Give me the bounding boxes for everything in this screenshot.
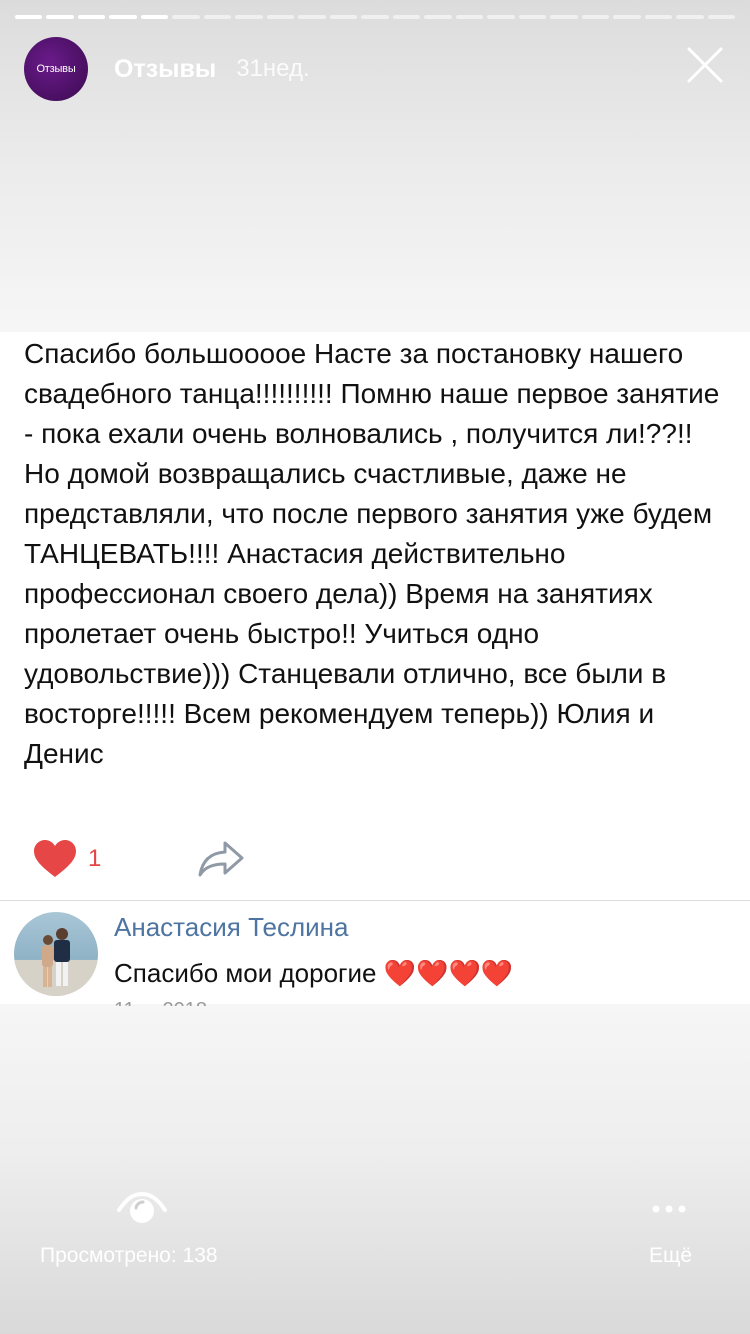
progress-segment xyxy=(140,15,169,19)
progress-segment xyxy=(235,15,263,19)
post-text: Спасибо большооооe Насте за постановку н… xyxy=(24,338,720,769)
progress-segment xyxy=(424,15,452,19)
progress-segment xyxy=(550,15,578,19)
progress-segment xyxy=(46,15,74,19)
progress-segment xyxy=(77,15,106,19)
progress-segment xyxy=(613,15,641,19)
progress-segment xyxy=(644,15,673,19)
progress-segment xyxy=(518,15,547,19)
progress-segment xyxy=(172,15,200,19)
divider xyxy=(0,900,750,901)
more-icon[interactable] xyxy=(652,1204,686,1214)
post-actions: 1 xyxy=(32,834,245,884)
comment-author[interactable]: Анастасия Теслина xyxy=(114,912,348,943)
more-button[interactable]: Ещё xyxy=(649,1244,692,1268)
story-progress-bar xyxy=(15,15,736,19)
story-header: Отзывы Отзывы 31нед. xyxy=(24,34,726,104)
progress-segment xyxy=(329,15,358,19)
story-title[interactable]: Отзывы xyxy=(114,55,216,84)
like-count: 1 xyxy=(88,845,102,872)
story-avatar-label: Отзывы xyxy=(36,63,76,75)
eye-icon[interactable] xyxy=(116,1186,168,1226)
progress-segment xyxy=(203,15,232,19)
progress-segment xyxy=(361,15,389,19)
share-icon[interactable] xyxy=(197,839,245,879)
progress-segment xyxy=(15,15,43,19)
progress-segment xyxy=(455,15,484,19)
story-time: 31нед. xyxy=(236,55,310,82)
heart-icon[interactable] xyxy=(32,839,78,879)
progress-segment xyxy=(707,15,736,19)
story-footer: Просмотрено: 138 Ещё xyxy=(0,1174,750,1334)
progress-segment xyxy=(581,15,610,19)
progress-segment xyxy=(676,15,704,19)
progress-segment xyxy=(487,15,515,19)
views-count[interactable]: Просмотрено: 138 xyxy=(40,1244,218,1268)
story-avatar[interactable]: Отзывы xyxy=(24,37,88,101)
progress-segment xyxy=(109,15,137,19)
comment-text: Спасибо мои дорогие ❤️❤️❤️❤️ xyxy=(114,958,514,988)
progress-segment xyxy=(392,15,421,19)
progress-segment xyxy=(298,15,326,19)
progress-segment xyxy=(266,15,295,19)
comment-avatar[interactable] xyxy=(14,912,98,996)
comment-date: 11 ... 2018 xyxy=(114,1000,207,1006)
post-card: Спасибо большооооe Насте за постановку н… xyxy=(0,332,750,1006)
avatar-photo xyxy=(14,928,98,996)
close-icon[interactable] xyxy=(686,46,724,84)
